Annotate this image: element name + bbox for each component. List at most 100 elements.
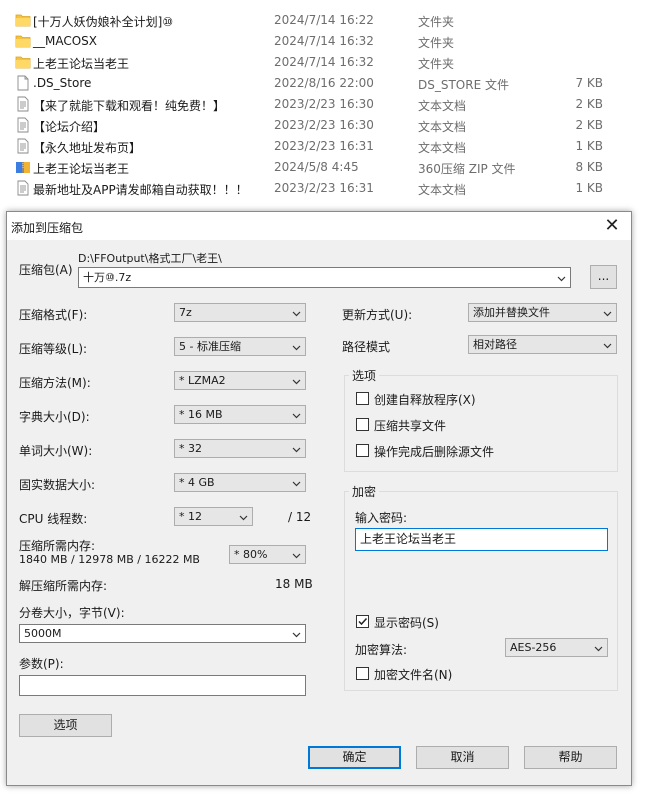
level-label: 压缩等级(L): bbox=[19, 342, 88, 356]
file-name: 【论坛介绍】 bbox=[33, 120, 106, 134]
file-size: 8 KB bbox=[575, 160, 603, 174]
word-select[interactable]: * 32 bbox=[174, 439, 306, 458]
archive-path: D:\FFOutput\格式工厂\老王\ bbox=[78, 252, 222, 265]
volume-combo[interactable]: 5000M bbox=[19, 624, 306, 643]
browse-button[interactable]: ... bbox=[590, 265, 617, 289]
password-label: 输入密码: bbox=[355, 511, 408, 525]
solid-label: 固实数据大小: bbox=[19, 478, 96, 492]
file-row[interactable]: 【永久地址发布页】 2023/2/23 16:31 文本文档 1 KB bbox=[0, 136, 666, 157]
method-label: 压缩方法(M): bbox=[19, 376, 91, 390]
file-type: 文本文档 bbox=[418, 183, 467, 197]
archive-label: 压缩包(A) bbox=[19, 263, 73, 277]
cancel-button[interactable]: 取消 bbox=[416, 746, 509, 769]
decomp-label: 解压缩所需内存: bbox=[19, 579, 108, 593]
level-select[interactable]: 5 - 标准压缩 bbox=[174, 337, 306, 356]
memory-select[interactable]: * 80% bbox=[229, 545, 306, 564]
chevron-down-icon bbox=[292, 413, 301, 419]
close-icon[interactable]: ✕ bbox=[601, 215, 623, 237]
file-type: 文本文档 bbox=[418, 120, 467, 134]
method-select[interactable]: * LZMA2 bbox=[174, 371, 306, 390]
show-password-checkbox[interactable] bbox=[356, 615, 369, 628]
chevron-down-icon bbox=[292, 632, 301, 638]
shared-checkbox[interactable] bbox=[356, 418, 369, 431]
archive-name-combo[interactable]: 十万⑩.7z bbox=[78, 267, 571, 288]
archive-name-value: 十万⑩.7z bbox=[83, 271, 132, 284]
dict-label: 字典大小(D): bbox=[19, 410, 90, 424]
folder-icon bbox=[15, 54, 31, 70]
file-row[interactable]: 上老王论坛当老王 2024/5/8 4:45 360压缩 ZIP 文件 8 KB bbox=[0, 157, 666, 178]
shared-label: 压缩共享文件 bbox=[374, 419, 447, 433]
help-button[interactable]: 帮助 bbox=[524, 746, 617, 769]
file-name: .DS_Store bbox=[33, 76, 92, 90]
delete-source-checkbox[interactable] bbox=[356, 444, 369, 457]
sfx-checkbox[interactable] bbox=[356, 392, 369, 405]
options-button[interactable]: 选项 bbox=[19, 714, 112, 737]
chevron-down-icon bbox=[603, 311, 612, 317]
file-row[interactable]: __MACOSX 2024/7/14 16:32 文件夹 bbox=[0, 31, 666, 52]
file-name: 最新地址及APP请发邮箱自动获取！！！ bbox=[33, 183, 248, 197]
file-row[interactable]: 【论坛介绍】 2023/2/23 16:30 文本文档 2 KB bbox=[0, 115, 666, 136]
memory-label: 压缩所需内存: bbox=[19, 539, 96, 553]
file-name: 上老王论坛当老王 bbox=[33, 57, 130, 71]
solid-select[interactable]: * 4 GB bbox=[174, 473, 306, 492]
chevron-down-icon bbox=[239, 515, 248, 521]
update-value: 添加并替换文件 bbox=[473, 306, 550, 319]
encrypt-names-label: 加密文件名(N) bbox=[374, 668, 453, 682]
file-row[interactable]: 上老王论坛当老王 2024/7/14 16:32 文件夹 bbox=[0, 52, 666, 73]
file-name: 【来了就能下载和观看！纯免费！】 bbox=[33, 99, 226, 113]
folder-icon bbox=[15, 33, 31, 49]
memory-detail: 1840 MB / 12978 MB / 16222 MB bbox=[19, 553, 200, 566]
threads-label: CPU 线程数: bbox=[19, 512, 88, 526]
file-name: 【永久地址发布页】 bbox=[33, 141, 142, 155]
chevron-down-icon bbox=[557, 276, 566, 282]
params-input[interactable] bbox=[19, 675, 306, 696]
file-date: 2022/8/16 22:00 bbox=[274, 76, 374, 90]
file-type: DS_STORE 文件 bbox=[418, 78, 509, 92]
file-icon bbox=[15, 75, 31, 91]
file-date: 2024/7/14 16:22 bbox=[274, 13, 374, 27]
text-document-icon bbox=[15, 96, 31, 112]
chevron-down-icon bbox=[292, 311, 301, 317]
text-document-icon bbox=[15, 138, 31, 154]
file-name: [十万人妖伪娘补全计划]⑩ bbox=[33, 15, 174, 29]
dict-select[interactable]: * 16 MB bbox=[174, 405, 306, 424]
sfx-label: 创建自释放程序(X) bbox=[374, 393, 476, 407]
solid-value: * 4 GB bbox=[179, 476, 215, 489]
update-select[interactable]: 添加并替换文件 bbox=[468, 303, 617, 322]
chevron-down-icon bbox=[292, 379, 301, 385]
file-row[interactable]: [十万人妖伪娘补全计划]⑩ 2024/7/14 16:22 文件夹 bbox=[0, 10, 666, 31]
file-size: 1 KB bbox=[575, 139, 603, 153]
file-date: 2023/2/23 16:30 bbox=[274, 97, 374, 111]
password-input[interactable]: 上老王论坛当老王 bbox=[355, 528, 608, 551]
threads-value: * 12 bbox=[179, 510, 202, 523]
file-type: 文本文档 bbox=[418, 99, 467, 113]
threads-max: / 12 bbox=[288, 510, 312, 524]
file-name: 上老王论坛当老王 bbox=[33, 162, 130, 176]
file-row[interactable]: 【来了就能下载和观看！纯免费！】 2023/2/23 16:30 文本文档 2 KB bbox=[0, 94, 666, 115]
format-value: 7z bbox=[179, 306, 192, 319]
encryption-method-select[interactable]: AES-256 bbox=[505, 638, 608, 657]
pathmode-value: 相对路径 bbox=[473, 338, 517, 351]
folder-icon bbox=[15, 12, 31, 28]
options-group-title: 选项 bbox=[349, 367, 380, 384]
file-date: 2023/2/23 16:30 bbox=[274, 118, 374, 132]
volume-label: 分卷大小，字节(V): bbox=[19, 606, 125, 620]
format-select[interactable]: 7z bbox=[174, 303, 306, 322]
file-size: 2 KB bbox=[575, 97, 603, 111]
file-date: 2024/7/14 16:32 bbox=[274, 34, 374, 48]
file-date: 2023/2/23 16:31 bbox=[274, 181, 374, 195]
checkmark-icon bbox=[358, 617, 368, 626]
memory-value: * 80% bbox=[234, 548, 268, 561]
dialog-titlebar: 添加到压缩包 ✕ bbox=[7, 212, 631, 240]
encrypt-names-checkbox[interactable] bbox=[356, 667, 369, 680]
file-size: 1 KB bbox=[575, 181, 603, 195]
ok-button[interactable]: 确定 bbox=[308, 746, 401, 769]
file-type: 文本文档 bbox=[418, 141, 467, 155]
pathmode-select[interactable]: 相对路径 bbox=[468, 335, 617, 354]
file-type: 文件夹 bbox=[418, 15, 455, 29]
threads-select[interactable]: * 12 bbox=[174, 507, 253, 526]
text-document-icon bbox=[15, 117, 31, 133]
file-row[interactable]: .DS_Store 2022/8/16 22:00 DS_STORE 文件 7 KB bbox=[0, 73, 666, 94]
file-row[interactable]: 最新地址及APP请发邮箱自动获取！！！ 2023/2/23 16:31 文本文档 1 … bbox=[0, 178, 666, 199]
level-value: 5 - 标准压缩 bbox=[179, 340, 241, 353]
